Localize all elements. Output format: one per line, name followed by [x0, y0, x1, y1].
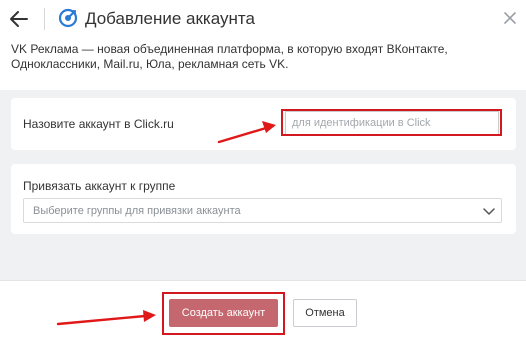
- header-divider: [44, 8, 45, 30]
- intro-text: VK Реклама — новая объединенная платформ…: [0, 38, 526, 90]
- dialog-title: Добавление аккаунта: [85, 9, 255, 28]
- close-icon[interactable]: [503, 11, 517, 25]
- create-account-button[interactable]: Создать аккаунт: [169, 299, 278, 327]
- chevron-down-icon: [483, 208, 495, 215]
- group-select-placeholder: Выберите группы для привязки аккаунта: [33, 205, 241, 217]
- account-name-input[interactable]: [285, 111, 499, 135]
- account-name-label: Назовите аккаунт в Click.ru: [23, 117, 174, 131]
- account-name-card: Назовите аккаунт в Click.ru: [11, 98, 516, 150]
- group-card: Привязать аккаунт к группе Выберите груп…: [11, 164, 516, 234]
- vk-ads-icon: [58, 8, 78, 28]
- dialog-header: Добавление аккаунта: [0, 0, 526, 38]
- group-select[interactable]: Выберите группы для привязки аккаунта: [23, 198, 502, 223]
- arrow-left-icon[interactable]: [8, 8, 30, 30]
- cancel-button[interactable]: Отмена: [293, 299, 357, 327]
- group-label: Привязать аккаунт к группе: [23, 179, 176, 193]
